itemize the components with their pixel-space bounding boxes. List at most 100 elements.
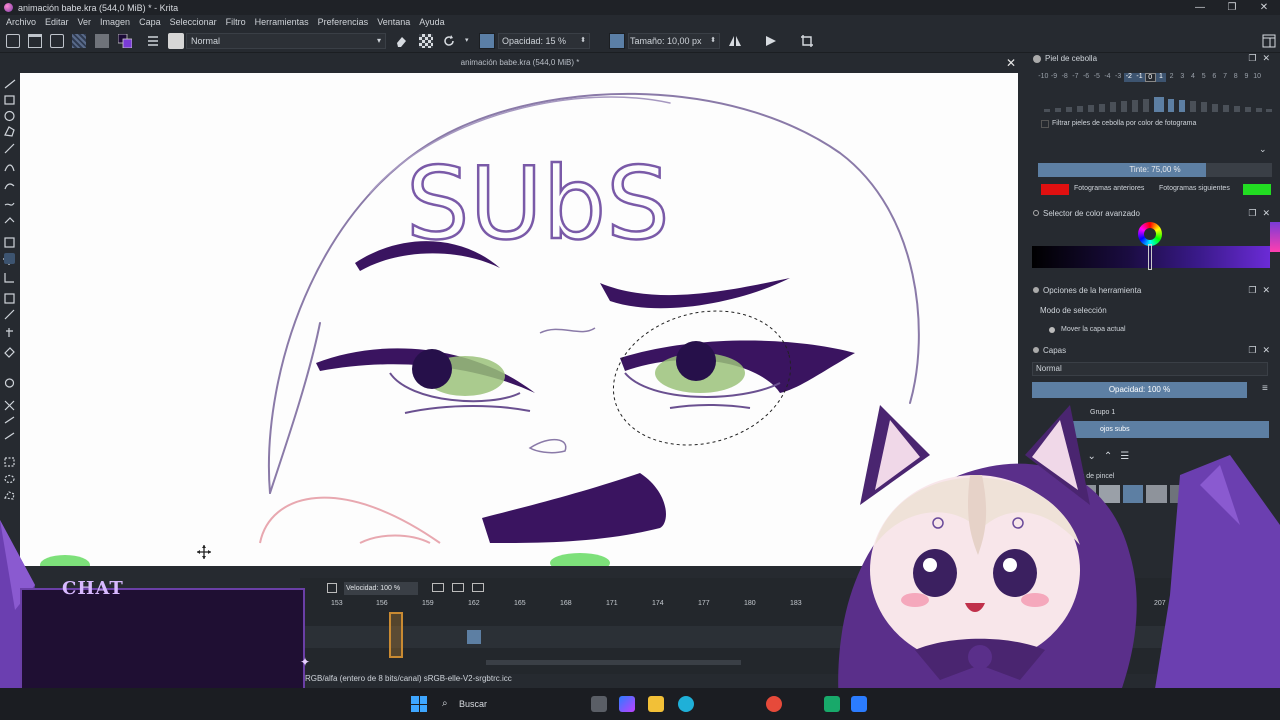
keyframe[interactable] [467, 630, 481, 644]
krita-window: animación babe.kra (544,0 MiB) * - Krita… [0, 0, 1280, 720]
onion-frame[interactable]: -3 [1113, 73, 1124, 82]
eraser-icon[interactable] [394, 34, 408, 48]
document-tab[interactable]: animación babe.kra (544,0 MiB) * [20, 53, 1020, 73]
menu-imagen[interactable]: Imagen [100, 17, 130, 27]
app-icon[interactable] [851, 696, 867, 712]
onion-frame[interactable]: -9 [1049, 73, 1060, 82]
onion-frame[interactable]: -5 [1091, 73, 1102, 82]
menu-ayuda[interactable]: Ayuda [419, 17, 444, 27]
onion-frame[interactable]: -6 [1081, 73, 1092, 82]
onion-frame[interactable]: 4 [1188, 73, 1199, 82]
mirror-horizontal-icon[interactable] [728, 34, 742, 48]
docker-controls[interactable]: ❐✕ [1248, 285, 1276, 296]
app-icon[interactable] [824, 696, 840, 712]
clear-frame-icon[interactable] [472, 583, 484, 592]
playback-speed-slider[interactable]: Velocidad: 100 % [344, 582, 418, 595]
previous-frames-color[interactable] [1041, 184, 1069, 195]
copilot-icon[interactable] [619, 696, 635, 712]
search-icon: ⌕ [442, 698, 448, 709]
onion-frame[interactable]: 10 [1252, 73, 1263, 82]
close-document-button[interactable]: ✕ [1006, 56, 1016, 70]
window-controls: — ❐ ✕ [1184, 0, 1280, 15]
timeline-settings-icon[interactable] [327, 583, 337, 593]
ruler-tick: 177 [698, 600, 710, 607]
menu-icon[interactable]: ≡ [1262, 383, 1268, 394]
onion-frame[interactable]: 7 [1220, 73, 1231, 82]
onion-frame[interactable]: 1 [1155, 73, 1167, 82]
onion-frame[interactable]: -1 [1134, 73, 1145, 82]
onion-frame[interactable]: -4 [1102, 73, 1113, 82]
menu-herramientas[interactable]: Herramientas [255, 17, 309, 27]
timeline-scrollbar[interactable] [486, 660, 741, 665]
crop-icon[interactable] [800, 34, 814, 48]
radio-button[interactable] [1049, 327, 1055, 333]
onion-frame[interactable]: -8 [1059, 73, 1070, 82]
maximize-button[interactable]: ❐ [1216, 0, 1248, 15]
close-window-button[interactable]: ✕ [1248, 0, 1280, 15]
onion-opacity-bars[interactable] [1040, 94, 1272, 112]
move-current-layer-option[interactable]: Mover la capa actual [1061, 326, 1126, 333]
filter-checkbox[interactable] [1041, 120, 1049, 128]
onion-frame[interactable]: 5 [1198, 73, 1209, 82]
brush-settings-icon[interactable] [146, 34, 160, 48]
menu-seleccionar[interactable]: Seleccionar [170, 17, 217, 27]
layer-blend-mode-select[interactable]: Normal [1032, 362, 1268, 376]
brush-preset-icon[interactable] [168, 33, 184, 49]
onion-frame[interactable]: 6 [1209, 73, 1220, 82]
save-icon[interactable] [50, 34, 64, 48]
color-swatch-icon[interactable] [117, 33, 133, 49]
gradient-icon[interactable] [95, 34, 109, 48]
onion-frame[interactable]: -7 [1070, 73, 1081, 82]
color-history[interactable] [1270, 222, 1280, 252]
docker-controls[interactable]: ❐✕ [1248, 53, 1276, 64]
menu-capa[interactable]: Capa [139, 17, 161, 27]
onion-frame[interactable]: 8 [1230, 73, 1241, 82]
move-tool-icon[interactable] [4, 253, 15, 264]
menu-ventana[interactable]: Ventana [377, 17, 410, 27]
task-view-icon[interactable] [591, 696, 607, 712]
duplicate-frame-icon[interactable] [452, 583, 464, 592]
menu-filtro[interactable]: Filtro [226, 17, 246, 27]
frame-view-icon[interactable] [432, 583, 444, 592]
menu-archivo[interactable]: Archivo [6, 17, 36, 27]
onion-frame[interactable]: -2 [1123, 73, 1135, 82]
spin-arrows-icon[interactable]: ⬍ [710, 34, 716, 48]
docker-controls[interactable]: ❐✕ [1248, 208, 1276, 219]
menu-editar[interactable]: Editar [45, 17, 69, 27]
next-frames-color[interactable] [1243, 184, 1271, 195]
ruler-tick: 180 [744, 600, 756, 607]
menu-bar: Archivo Editar Ver Imagen Capa Seleccion… [0, 15, 1280, 29]
playhead[interactable] [389, 612, 403, 658]
open-folder-icon[interactable] [28, 34, 42, 48]
tint-slider[interactable]: Tinte: 75,00 % [1038, 163, 1272, 177]
mirror-vertical-icon[interactable] [764, 34, 778, 48]
reload-icon[interactable] [442, 34, 456, 48]
tool-options-title: Opciones de la herramienta [1033, 286, 1141, 295]
chrome-icon[interactable] [766, 696, 782, 712]
taskbar-search[interactable]: ⌕ Buscar [436, 694, 586, 714]
edge-icon[interactable] [678, 696, 694, 712]
onion-frame-current[interactable]: 0 [1144, 73, 1156, 82]
onion-frame[interactable]: -10 [1038, 73, 1049, 82]
onion-frame[interactable]: 2 [1166, 73, 1177, 82]
onion-frame[interactable]: 9 [1241, 73, 1252, 82]
new-document-icon[interactable] [6, 34, 20, 48]
docker-icon [1033, 287, 1039, 293]
windows-start-icon[interactable] [411, 696, 427, 712]
minimize-button[interactable]: — [1184, 0, 1216, 15]
opacity-slider[interactable]: Opacidad: 15 % ⬍ [479, 33, 590, 49]
menu-preferencias[interactable]: Preferencias [318, 17, 369, 27]
blend-mode-select[interactable]: Normal ▾ [186, 33, 386, 49]
menu-ver[interactable]: Ver [78, 17, 92, 27]
file-explorer-icon[interactable] [648, 696, 664, 712]
color-picker-handle[interactable] [1148, 244, 1152, 270]
onion-frame[interactable]: 3 [1177, 73, 1188, 82]
preserve-alpha-icon[interactable] [419, 34, 433, 48]
spin-arrows-icon[interactable]: ⬍ [580, 34, 586, 48]
chevron-down-icon[interactable]: ▾ [465, 36, 469, 44]
size-slider[interactable]: Tamaño: 10,00 px ⬍ [609, 33, 720, 49]
chevron-down-icon[interactable]: ⌄ [1259, 144, 1267, 155]
pattern-icon[interactable] [72, 34, 86, 48]
workspace-icon[interactable] [1262, 34, 1276, 48]
docker-controls[interactable]: ❐✕ [1248, 345, 1276, 356]
